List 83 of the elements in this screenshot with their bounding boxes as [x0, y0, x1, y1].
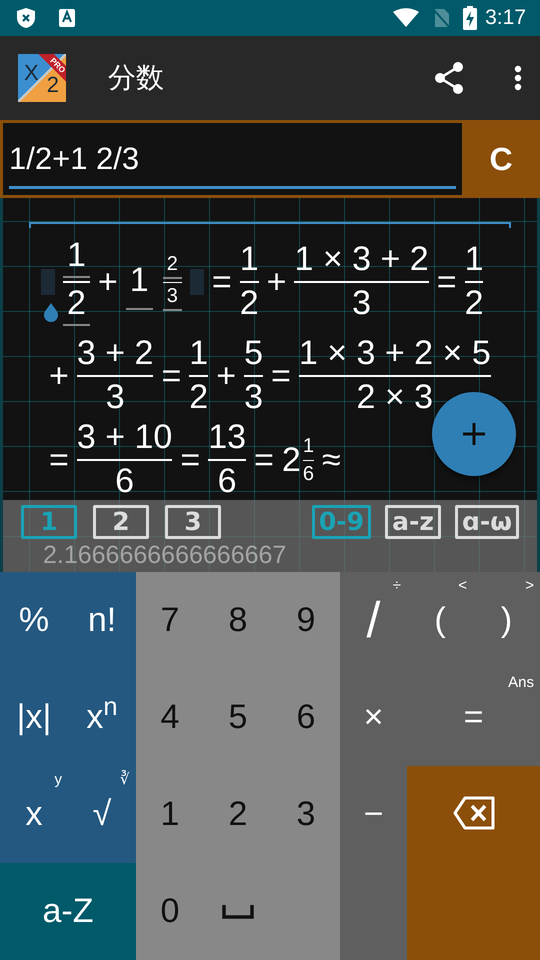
key-button[interactable]: ) >	[473, 572, 540, 669]
math-number: 1	[126, 254, 153, 310]
denominator: 6	[218, 464, 237, 500]
keyboard-tab[interactable]: ɑ-ω	[455, 505, 519, 539]
math-operator: =	[436, 262, 457, 302]
denominator: 2	[240, 286, 259, 322]
denominator: 6	[115, 464, 134, 500]
denominator: 6	[302, 464, 314, 484]
key-button[interactable]: |x|	[0, 669, 68, 766]
key-button[interactable]: 3	[272, 766, 340, 863]
wifi-icon	[393, 8, 420, 28]
key-button[interactable]: x$^{n}$	[68, 669, 136, 766]
denominator: 3	[244, 380, 263, 416]
numerator: 1	[464, 242, 484, 278]
key-button[interactable]: 5	[204, 669, 272, 766]
key-button[interactable]: / ÷	[340, 572, 407, 669]
key-button[interactable]: 0	[136, 863, 204, 960]
logo-text: X	[24, 59, 39, 87]
battery-charging-icon	[463, 6, 478, 30]
numerator: 5	[244, 336, 263, 372]
numerator: 1	[302, 436, 314, 456]
placeholder-box	[41, 269, 55, 295]
math-operator: =	[254, 440, 274, 480]
share-icon[interactable]	[434, 62, 464, 94]
math-operator: =	[161, 356, 182, 396]
math-operator: +	[266, 262, 286, 302]
keyboard-tab[interactable]: 3	[165, 505, 221, 539]
math-operator: ≈	[322, 440, 341, 480]
math-operator: =	[180, 440, 200, 480]
app-title: 分数	[108, 61, 164, 95]
key-button[interactable]: a-Z	[0, 863, 136, 960]
numerator: 2	[162, 254, 182, 278]
plus-icon	[462, 422, 486, 446]
numerator: 1	[240, 242, 259, 278]
backspace-icon	[452, 796, 494, 830]
placeholder-box	[190, 269, 204, 295]
math-operator: +	[98, 262, 118, 302]
expression-field[interactable]: 1/2+1 2/3	[3, 123, 462, 195]
numerator: 1 × 3 + 2 × 5	[298, 336, 491, 372]
denominator: 3	[162, 286, 182, 310]
keyboard-icon	[58, 8, 76, 28]
math-operator: =	[271, 356, 291, 396]
key-button[interactable]: 7	[136, 572, 204, 669]
math-operator: +	[216, 356, 236, 396]
denominator: 3	[106, 380, 125, 416]
key-button[interactable]: √ ∛	[68, 766, 136, 863]
key-button[interactable]: 1	[136, 766, 204, 863]
logo-text: 2	[46, 72, 59, 99]
denominator: 2	[189, 380, 208, 416]
denominator: 3	[352, 286, 372, 322]
key-button[interactable]: 6	[272, 669, 340, 766]
status-time: 3:17	[485, 5, 526, 32]
numerator: 13	[208, 420, 246, 456]
shield-icon	[16, 7, 36, 29]
more-icon[interactable]	[514, 65, 522, 91]
numerator: 3 + 10	[76, 420, 172, 456]
math-operator: +	[49, 356, 69, 396]
space-icon	[222, 904, 254, 918]
numerator: 3 + 2	[76, 336, 154, 372]
math-operator: =	[49, 440, 69, 480]
key-button[interactable]: = Ans	[407, 669, 540, 766]
keyboard-tab[interactable]: a-z	[385, 505, 441, 539]
denominator: 2	[464, 286, 484, 322]
key-button[interactable]: 2	[204, 766, 272, 863]
math-operator: =	[212, 262, 232, 302]
key-button[interactable]: −	[340, 766, 407, 863]
key-button[interactable]: 8	[204, 572, 272, 669]
key-button[interactable]: x y	[0, 766, 68, 863]
math-number: 2	[282, 440, 301, 480]
numerator: 1	[189, 336, 208, 372]
key-button[interactable]: 9	[272, 572, 340, 669]
key-button[interactable]: ( <	[407, 572, 473, 669]
denominator: 2	[63, 286, 90, 326]
cursor-handle-icon[interactable]	[43, 302, 59, 322]
keyboard-tab[interactable]: 2	[93, 505, 149, 539]
numerator: 1 × 3 + 2	[294, 242, 429, 278]
key-button[interactable]: %	[0, 572, 68, 669]
key-button[interactable]: 4	[136, 669, 204, 766]
key-button[interactable]: n!	[68, 572, 136, 669]
result-text: 2.1666666666666667	[43, 542, 286, 570]
numerator: 1	[63, 238, 90, 278]
key-button[interactable]: ×	[340, 669, 407, 766]
denominator: 2 × 3	[356, 380, 434, 416]
